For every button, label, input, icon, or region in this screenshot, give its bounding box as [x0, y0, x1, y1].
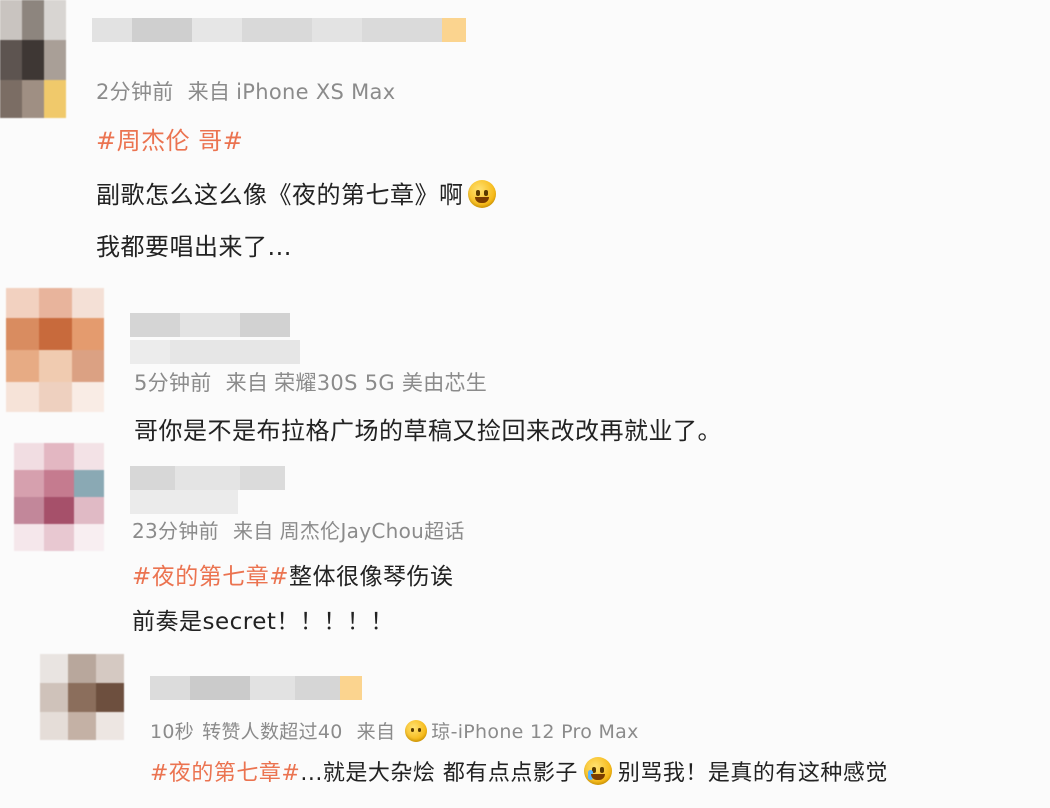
source-prefix: 来自 — [225, 371, 269, 395]
comment-text-span: 别骂我！是真的有这种感觉 — [617, 761, 888, 786]
comment-text: 我都要唱出来了... — [96, 233, 292, 261]
comment-text: 前奏是secret！！！！！ — [132, 609, 394, 635]
hashtag[interactable]: #夜的第七章# — [150, 761, 300, 786]
source-device: 琼-iPhone 12 Pro Max — [431, 721, 639, 743]
grin-sweat-icon — [467, 180, 496, 208]
hashtag[interactable]: #夜的第七章# — [132, 564, 289, 590]
comment-meta: 10秒 转赞人数超过40 来自 琼-iPhone 12 Pro Max — [150, 717, 639, 744]
comment-text: #夜的第七章#...就是大杂烩 都有点点影子 别骂我！是真的有这种感觉 — [150, 755, 888, 787]
hashtag[interactable]: #周杰伦 哥# — [96, 121, 243, 156]
timestamp: 10秒 — [150, 721, 195, 743]
comment-meta: 23分钟前 来自 周杰伦JayChou超话 — [132, 515, 465, 544]
comment-text-span: 副歌怎么这么像《夜的第七章》啊 — [96, 181, 464, 209]
source-prefix: 来自 — [232, 519, 274, 543]
source-device: iPhone XS Max — [236, 80, 396, 104]
avatar[interactable] — [14, 443, 104, 551]
timestamp: 2分钟前 — [96, 80, 174, 104]
scream-icon — [405, 720, 428, 742]
comment-text: #夜的第七章#整体很像琴伤诶 — [132, 557, 454, 591]
source-prefix: 来自 — [356, 721, 396, 743]
source-prefix: 来自 — [187, 80, 231, 104]
source-device: 周杰伦JayChou超话 — [279, 519, 465, 543]
comment-meta: 5分钟前 来自 荣耀30S 5G 美由芯生 — [134, 367, 487, 397]
comment-text-span: ...就是大杂烩 都有点点影子 — [300, 761, 578, 786]
comment-text: 副歌怎么这么像《夜的第七章》啊 — [96, 175, 496, 210]
comment-meta: 2分钟前 来自 iPhone XS Max — [96, 76, 395, 106]
comment-text: 哥你是不是布拉格广场的草稿又捡回来改改再就业了。 — [134, 417, 722, 445]
crying-icon — [583, 757, 612, 785]
source-device: 荣耀30S 5G 美由芯生 — [274, 371, 488, 395]
timestamp: 23分钟前 — [132, 519, 219, 543]
repost-count: 转赞人数超过40 — [202, 721, 343, 743]
avatar[interactable] — [40, 654, 124, 740]
avatar[interactable] — [6, 288, 104, 412]
avatar[interactable] — [0, 0, 66, 118]
comment-text-span: 整体很像琴伤诶 — [289, 564, 454, 590]
timestamp: 5分钟前 — [134, 371, 212, 395]
